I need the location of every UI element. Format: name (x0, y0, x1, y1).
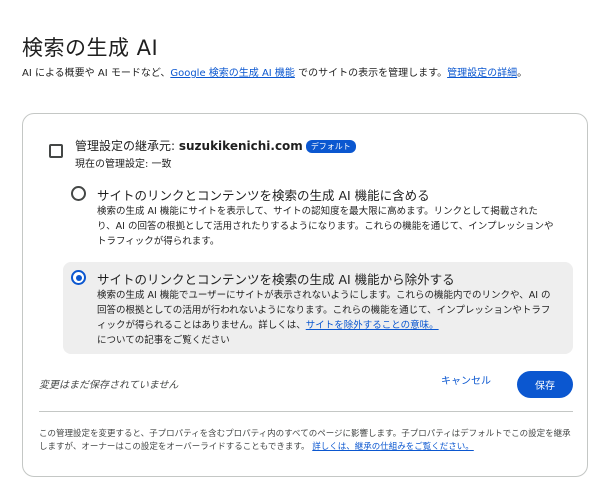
option-include[interactable]: サイトのリンクとコンテンツを検索の生成 AI 機能に含める 検索の生成 AI 機… (63, 178, 573, 256)
settings-card: 管理設定の継承元: suzukikenichi.com デフォルト 現在の管理設定… (22, 113, 588, 477)
inherit-checkbox[interactable] (49, 144, 63, 158)
page-title: 検索の生成 AI (22, 36, 159, 60)
inheritance-details-link[interactable]: 詳しくは、継承の仕組みをご覧ください。 (312, 442, 474, 452)
option-include-title: サイトのリンクとコンテンツを検索の生成 AI 機能に含める (97, 188, 430, 203)
inherit-domain: suzukikenichi.com (178, 139, 303, 153)
option-exclude[interactable]: サイトのリンクとコンテンツを検索の生成 AI 機能から除外する 検索の生成 AI… (63, 262, 573, 354)
radio-include[interactable] (71, 186, 86, 201)
option-include-description: 検索の生成 AI 機能にサイトを表示して、サイトの認知度を最大限に高めます。リン… (97, 206, 554, 247)
unsaved-changes-text: 変更はまだ保存されていません (39, 380, 179, 391)
current-setting-text: 現在の管理設定: 一致 (75, 159, 172, 170)
control-details-link[interactable]: 管理設定の詳細 (447, 68, 517, 79)
divider (39, 411, 573, 412)
cancel-button[interactable]: キャンセル (441, 372, 491, 387)
save-button[interactable]: 保存 (517, 371, 573, 398)
footer-note-text: この管理設定を変更すると、子プロパティを含むプロパティ内のすべてのページに影響し… (39, 429, 571, 452)
description-text: AI による概要や AI モードなど、 (22, 68, 171, 79)
exclude-meaning-link[interactable]: サイトを除外することの意味。 (306, 320, 439, 331)
description-text: でのサイトの表示を管理します。 (294, 68, 448, 79)
inherit-label: 管理設定の継承元: suzukikenichi.com デフォルト (75, 137, 356, 154)
option-exclude-description: 検索の生成 AI 機能でユーザーにサイトが表示されないようにします。これらの機能… (97, 288, 555, 348)
page-description: AI による概要や AI モードなど、Google 検索の生成 AI 機能 での… (22, 64, 527, 79)
inherit-label-text: 管理設定の継承元: (75, 139, 179, 153)
generative-ai-features-link[interactable]: Google 検索の生成 AI 機能 (170, 68, 295, 79)
option-exclude-text: についての記事をご覧ください (97, 335, 230, 346)
footer-note: この管理設定を変更すると、子プロパティを含むプロパティ内のすべてのページに影響し… (39, 428, 579, 454)
radio-exclude[interactable] (71, 270, 86, 285)
option-exclude-title: サイトのリンクとコンテンツを検索の生成 AI 機能から除外する (97, 272, 455, 287)
default-badge: デフォルト (305, 140, 356, 153)
description-text: 。 (517, 68, 528, 79)
